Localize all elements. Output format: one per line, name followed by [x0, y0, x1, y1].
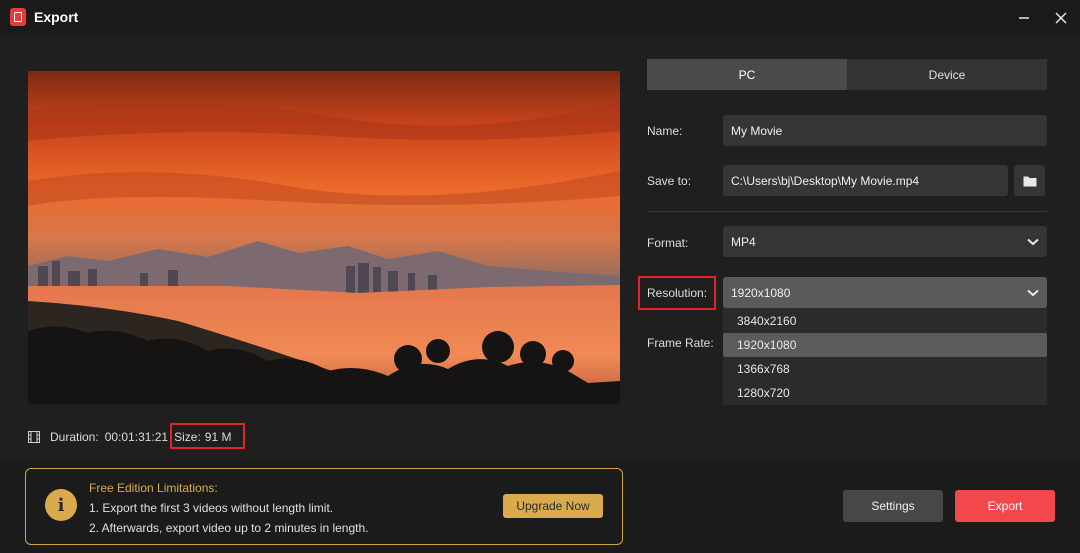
info-icon: i	[45, 489, 77, 521]
save-to-label: Save to:	[647, 174, 692, 188]
chevron-down-icon	[1027, 289, 1039, 296]
size-highlight-box	[170, 423, 245, 449]
folder-icon	[1023, 176, 1036, 186]
tab-pc[interactable]: PC	[647, 59, 847, 90]
duration-value: 00:01:31:21	[104, 430, 169, 444]
save-path-field[interactable]: C:\Users\bj\Desktop\My Movie.mp4	[723, 165, 1008, 196]
title-bar	[0, 0, 1080, 35]
divider	[647, 211, 1047, 212]
name-label: Name:	[647, 124, 683, 138]
tab-device[interactable]: Device	[847, 59, 1047, 90]
name-field[interactable]: My Movie	[723, 115, 1047, 146]
resolution-dropdown: 3840x2160 1920x1080 1366x768 1280x720	[723, 308, 1047, 405]
resolution-option[interactable]: 1280x720	[723, 381, 1047, 405]
resolution-option[interactable]: 3840x2160	[723, 309, 1047, 333]
frame-rate-label: Frame Rate:	[647, 336, 714, 350]
resolution-value: 1920x1080	[731, 285, 791, 300]
format-value: MP4	[731, 234, 756, 249]
film-icon	[28, 431, 40, 443]
app-logo-icon	[10, 8, 26, 26]
notice-title: Free Edition Limitations:	[89, 481, 218, 495]
browse-folder-button[interactable]	[1014, 165, 1045, 196]
close-icon[interactable]	[1049, 6, 1073, 30]
resolution-select[interactable]: 1920x1080	[723, 277, 1047, 308]
resolution-option-selected[interactable]: 1920x1080	[723, 333, 1047, 357]
export-button[interactable]: Export	[955, 490, 1055, 522]
format-label: Format:	[647, 236, 689, 250]
video-preview	[28, 71, 620, 404]
window-title: Export	[34, 9, 79, 25]
minimize-icon[interactable]	[1012, 6, 1036, 30]
format-select[interactable]: MP4	[723, 226, 1047, 257]
upgrade-now-button[interactable]: Upgrade Now	[503, 494, 603, 518]
notice-line-1: 1. Export the first 3 videos without len…	[89, 501, 334, 515]
resolution-highlight-box	[638, 276, 716, 310]
settings-button[interactable]: Settings	[843, 490, 943, 522]
duration-label: Duration:	[50, 430, 99, 444]
notice-line-2: 2. Afterwards, export video up to 2 minu…	[89, 521, 369, 535]
chevron-down-icon	[1027, 238, 1039, 245]
resolution-option[interactable]: 1366x768	[723, 357, 1047, 381]
